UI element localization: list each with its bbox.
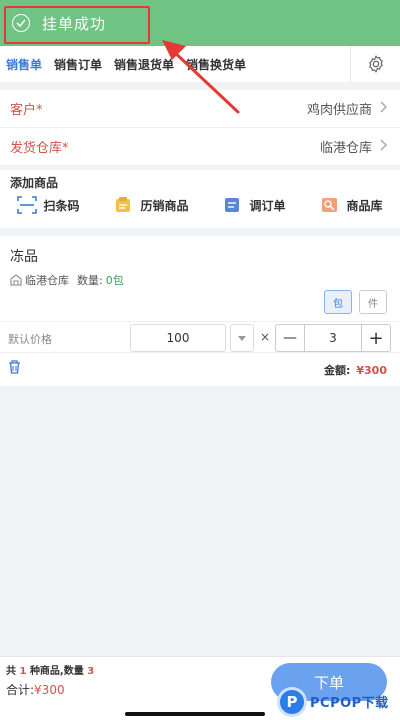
tab-sales-booking[interactable]: 销售订单 — [48, 56, 108, 73]
summary-mid: 种商品,数量 — [29, 666, 84, 677]
warehouse-icon — [10, 274, 22, 286]
settings-button[interactable] — [350, 46, 400, 82]
summary-kinds: 1 — [19, 666, 27, 677]
site-watermark: P PCPOP下载 — [277, 683, 400, 720]
watermark-text: PCPOP下载 — [310, 696, 389, 711]
product-stock-info: 临港仓库 数量: 0包 — [10, 272, 124, 288]
decrement-button[interactable]: — — [276, 325, 304, 351]
product-qty-value: 0包 — [105, 274, 124, 287]
product-warehouse: 临港仓库 — [25, 274, 69, 287]
goods-library-label: 商品库 — [346, 198, 383, 213]
summary-count: 3 — [87, 666, 95, 677]
tab-sales-order[interactable]: 销售单 — [0, 56, 48, 73]
trash-icon — [9, 360, 20, 374]
tab-sales-return[interactable]: 销售退货单 — [108, 56, 180, 73]
amount-label: 金额: — [323, 364, 351, 377]
goods-history-icon — [116, 197, 131, 212]
product-qty-label: 数量: — [77, 274, 103, 287]
scan-barcode-label: 扫条码 — [43, 198, 80, 213]
price-type-label: 默认价格 — [8, 333, 52, 346]
product-name: 冻品 — [10, 249, 38, 265]
product-card: 冻品 临港仓库 数量: 0包 包 件 默认价格 100 × — 3 + 金额: … — [0, 236, 400, 386]
goods-library-button[interactable]: 商品库 — [320, 196, 383, 214]
amount-row: 金额: ¥300 — [0, 359, 400, 381]
customer-label: 客户* — [10, 103, 43, 118]
gear-icon — [368, 55, 383, 73]
load-order-button[interactable]: 调订单 — [223, 196, 286, 214]
caret-down-icon — [238, 335, 246, 341]
price-input[interactable]: 100 — [130, 324, 226, 352]
line-amount: 金额: ¥300 — [324, 362, 387, 378]
quantity-stepper: — 3 + — [275, 324, 391, 352]
total-value: ¥300 — [34, 683, 65, 697]
chevron-right-icon — [380, 100, 388, 117]
increment-button[interactable]: + — [362, 325, 390, 351]
annotation-highlight-box — [4, 6, 150, 44]
order-doc-icon — [225, 198, 240, 212]
summary-prefix: 共 — [6, 666, 16, 677]
delete-button[interactable] — [8, 360, 21, 378]
order-type-tabs: 销售单 销售订单 销售退货单 销售换货单 — [0, 46, 400, 82]
history-goods-label: 历销商品 — [140, 198, 189, 213]
order-total: 合计:¥300 — [6, 681, 65, 698]
add-goods-panel: 添加商品 扫条码 历销商品 调订单 商品库 — [0, 170, 400, 228]
goods-library-icon — [322, 198, 338, 212]
warehouse-value: 临港仓库 — [319, 141, 372, 156]
history-goods-button[interactable]: 历销商品 — [114, 196, 189, 214]
amount-value: ¥300 — [356, 364, 387, 377]
quantity-input[interactable]: 3 — [304, 325, 362, 351]
price-dropdown-button[interactable] — [230, 324, 254, 352]
total-label: 合计: — [6, 683, 35, 697]
warehouse-row[interactable]: 发货仓库* 临港仓库 — [0, 128, 400, 166]
chevron-right-icon — [380, 138, 388, 155]
barcode-scan-icon — [17, 196, 38, 214]
order-summary: 共 1 种商品,数量 3 — [6, 662, 94, 677]
customer-value: 鸡肉供应商 — [306, 103, 372, 118]
watermark-logo: P — [277, 686, 307, 717]
multiply-sign: × — [260, 330, 271, 344]
tab-sales-exchange[interactable]: 销售换货单 — [180, 56, 252, 73]
warehouse-label: 发货仓库* — [10, 141, 69, 156]
customer-row[interactable]: 客户* 鸡肉供应商 — [0, 90, 400, 128]
price-quantity-row: 默认价格 100 × — 3 + — [0, 321, 400, 353]
unit-piece-button[interactable]: 件 — [359, 290, 387, 314]
load-order-label: 调订单 — [249, 198, 286, 213]
home-indicator — [125, 712, 265, 716]
scan-barcode-button[interactable]: 扫条码 — [17, 196, 80, 214]
unit-pack-button[interactable]: 包 — [324, 290, 352, 314]
add-goods-title: 添加商品 — [10, 176, 59, 190]
